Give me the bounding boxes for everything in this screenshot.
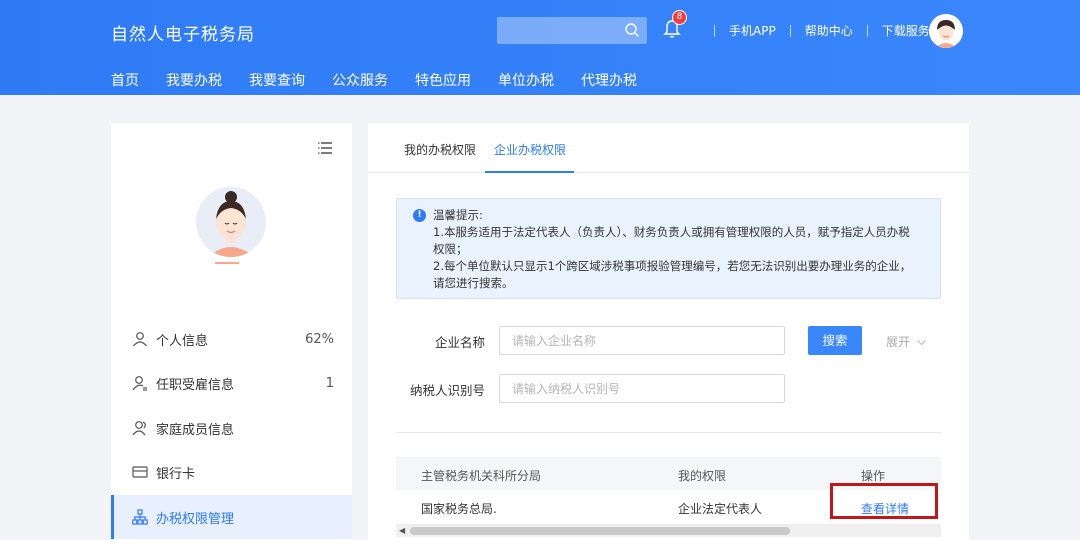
nav-featured-apps[interactable]: 特色应用 [415, 70, 471, 90]
sidebar-item-bank-card[interactable]: 银行卡 [111, 450, 352, 494]
notice-line-1: 1.本服务适用于法定代表人（负责人）、财务负责人或拥有管理权限的人员，赋予指定人… [433, 225, 910, 256]
cell-permission: 企业法定代表人 [678, 502, 763, 516]
cell-authority: 国家税务总局. [421, 502, 497, 516]
sidebar-item-label: 办税权限管理 [156, 511, 235, 527]
taxpayer-id-input[interactable] [499, 374, 785, 403]
sidebar-item-label: 家庭成员信息 [156, 422, 235, 438]
help-center-link[interactable]: 帮助中心 [805, 22, 853, 39]
notice-line-2: 2.每个单位默认只显示1个跨区域涉税事项报验管理编号，若您无法识别出要办理业务的… [433, 259, 912, 290]
family-icon [132, 421, 146, 436]
sidebar-item-label: 任职受雇信息 [156, 377, 235, 393]
person-icon [133, 332, 147, 347]
profile-avatar [196, 187, 266, 257]
sidebar-item-employment-info[interactable]: 任职受雇信息 1 [111, 361, 352, 405]
sidebar-item-personal-info[interactable]: 个人信息 62% [111, 317, 352, 361]
sidebar-item-value: 62% [305, 331, 334, 347]
notice-box: ! 温馨提示: 1.本服务适用于法定代表人（负责人）、财务负责人或拥有管理权限的… [396, 198, 941, 299]
notification-badge: 8 [672, 10, 687, 25]
nav-unit-tax[interactable]: 单位办税 [498, 70, 554, 90]
search-box[interactable] [497, 17, 647, 44]
scrollbar-thumb[interactable] [410, 527, 790, 535]
notice-title: 温馨提示: [433, 208, 483, 222]
menu-icon[interactable] [318, 141, 332, 155]
download-service-link[interactable]: 下载服务 [882, 22, 930, 39]
search-input[interactable] [497, 17, 617, 44]
tab-my-permission[interactable]: 我的办税权限 [404, 141, 476, 158]
nav-public-service[interactable]: 公众服务 [332, 70, 388, 90]
avatar-underline [215, 262, 239, 264]
nav-query[interactable]: 我要查询 [249, 70, 305, 90]
company-name-label: 企业名称 [434, 335, 485, 350]
search-icon[interactable] [624, 22, 640, 38]
divider [396, 432, 941, 433]
top-header: 自然人电子税务局 8 手机APP 帮助中心 下载服务 首页 我要办税 我要查询 [0, 0, 1080, 95]
divider [789, 24, 791, 37]
mobile-app-link[interactable]: 手机APP [729, 22, 776, 39]
divider [866, 24, 868, 37]
tab-bar: 我的办税权限 企业办税权限 [368, 123, 969, 173]
nav-home[interactable]: 首页 [111, 70, 139, 90]
column-header-action: 操作 [861, 469, 886, 483]
column-header-authority: 主管税务机关科所分局 [421, 469, 542, 483]
scroll-left-icon[interactable]: ◀ [399, 526, 405, 535]
avatar-face-icon [196, 187, 266, 257]
highlight-box [830, 483, 938, 519]
sidebar: 个人信息 62% 任职受雇信息 1 家庭成员信息 银行卡 办税权限管理 [111, 123, 352, 540]
main-nav: 首页 我要办税 我要查询 公众服务 特色应用 单位办税 代理办税 [111, 70, 664, 90]
avatar-face-icon [929, 14, 963, 48]
nav-tax-handling[interactable]: 我要办税 [166, 70, 222, 90]
permission-table: 主管税务机关科所分局 我的权限 操作 国家税务总局. 企业法定代表人 查看详情 [396, 457, 941, 525]
company-name-input[interactable] [499, 326, 785, 355]
user-avatar[interactable] [929, 14, 963, 48]
top-links: 手机APP 帮助中心 下载服务 [700, 22, 930, 39]
nav-agent-tax[interactable]: 代理办税 [581, 70, 637, 90]
horizontal-scrollbar[interactable]: ◀ [396, 525, 941, 537]
sidebar-item-value: 1 [325, 375, 334, 391]
expand-label: 展开 [886, 335, 911, 349]
sidebar-item-family-info[interactable]: 家庭成员信息 [111, 406, 352, 450]
sidebar-item-label: 个人信息 [156, 333, 209, 349]
chevron-down-icon [916, 339, 926, 345]
sidebar-item-label: 银行卡 [156, 466, 196, 482]
bank-card-icon [132, 466, 148, 478]
search-button[interactable]: 搜索 [808, 326, 862, 355]
sidebar-item-tax-permission[interactable]: 办税权限管理 [111, 495, 352, 539]
active-tab-indicator [485, 171, 574, 173]
main-panel: 我的办税权限 企业办税权限 ! 温馨提示: 1.本服务适用于法定代表人（负责人）… [368, 123, 969, 540]
taxpayer-id-label: 纳税人识别号 [409, 383, 485, 398]
column-header-permission: 我的权限 [678, 469, 727, 483]
tab-enterprise-permission[interactable]: 企业办税权限 [494, 141, 566, 158]
person-employment-icon [132, 376, 147, 391]
expand-toggle[interactable]: 展开 [886, 333, 926, 350]
org-chart-icon [132, 509, 148, 525]
site-title[interactable]: 自然人电子税务局 [111, 20, 255, 45]
divider [714, 24, 715, 37]
info-icon: ! [413, 209, 426, 222]
